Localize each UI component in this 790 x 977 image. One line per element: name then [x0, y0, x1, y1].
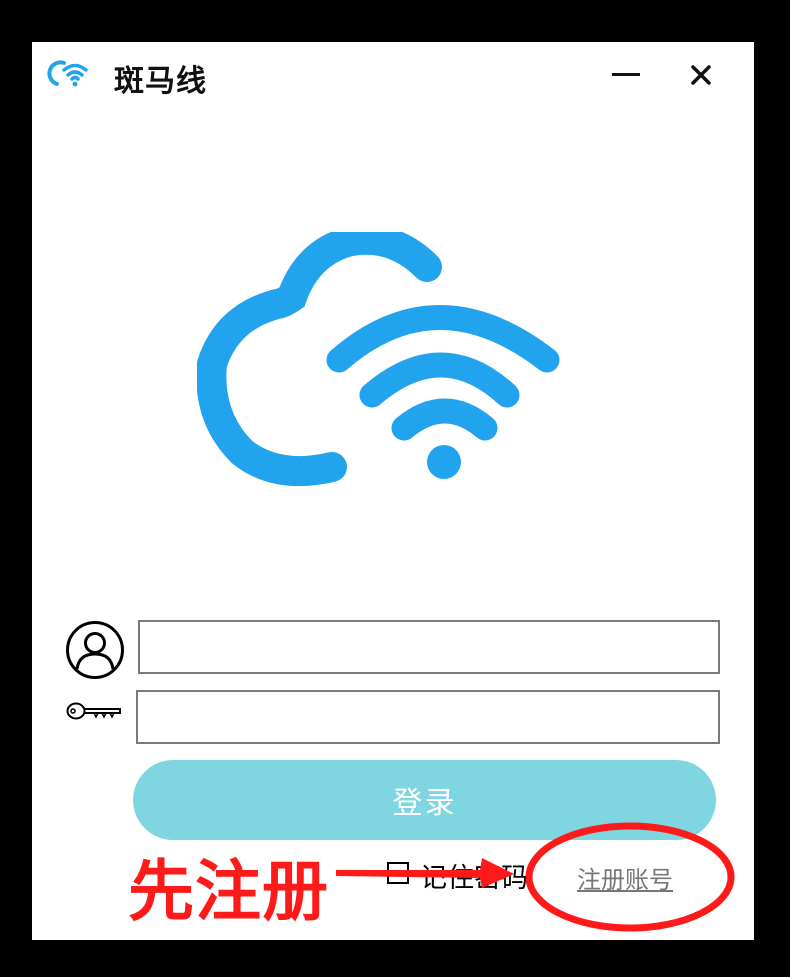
- minimize-button[interactable]: [603, 54, 649, 96]
- app-title: 斑马线: [114, 64, 207, 99]
- username-input[interactable]: [138, 620, 720, 674]
- minimize-icon: [612, 73, 640, 76]
- key-icon: [66, 702, 121, 720]
- register-account-link[interactable]: 注册账号: [577, 860, 673, 895]
- cloud-wifi-icon: [47, 60, 88, 87]
- login-window: 斑马线 登录 记住密码 注册账号: [32, 42, 754, 940]
- remember-password-checkbox[interactable]: [387, 862, 409, 884]
- annotation-label: 先注册: [128, 853, 329, 930]
- remember-password-label: 记住密码: [420, 863, 528, 894]
- login-button[interactable]: 登录: [133, 760, 716, 840]
- user-icon: [66, 621, 124, 679]
- close-button[interactable]: [678, 54, 724, 96]
- cloud-wifi-logo: [197, 232, 560, 487]
- title-bar: 斑马线: [32, 42, 754, 108]
- password-input[interactable]: [136, 690, 720, 744]
- close-icon: [691, 65, 711, 85]
